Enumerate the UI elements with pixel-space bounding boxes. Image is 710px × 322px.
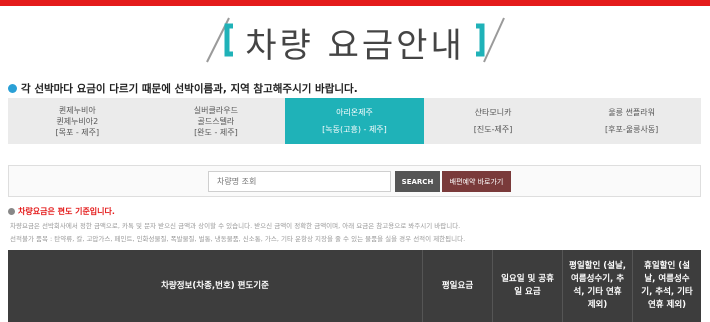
tab-line1: 아리온제주 xyxy=(336,108,373,117)
tab-line1: 퀸제누비아 xyxy=(58,105,96,115)
top-accent-bar xyxy=(0,0,710,6)
tab-line1: 실버클라우드 xyxy=(193,105,238,115)
fare-info-title-text: 차량요금은 편도 기준입니다. xyxy=(18,207,115,216)
tab-arion-jeju[interactable]: 아리온제주 [녹동(고흥) - 제주] xyxy=(285,98,424,144)
tab-line3: [녹동(고흥) - 제주] xyxy=(322,125,387,134)
column-holiday-fare: 일요일 및 공휴일 요금 xyxy=(492,250,562,322)
info-bullet-icon xyxy=(8,84,17,93)
tab-line2: 퀸제누비아2 xyxy=(56,116,99,126)
tab-santa-monica[interactable]: 산타모니카 [진도-제주] xyxy=(424,98,563,144)
vehicle-search-input[interactable] xyxy=(208,171,391,192)
fare-info-line1: 차량요금은 선박회사에서 정한 금액으로, 카톡 및 문자 받으신 금액과 상이… xyxy=(10,222,461,230)
tab-line1: 산타모니카 xyxy=(474,108,512,117)
tab-ulleung-sunflower[interactable]: 울릉 썬플라워 [후포-울릉사동] xyxy=(562,98,701,144)
tab-queen-genuvia[interactable]: 퀸제누비아 퀸제누비아2 [목포 - 제주] xyxy=(8,98,147,144)
tab-line3: [후포-울릉사동] xyxy=(605,125,659,134)
column-weekday-fare: 평일요금 xyxy=(422,250,492,322)
fare-info-title: 차량요금은 편도 기준입니다. xyxy=(8,206,115,217)
tab-silver-cloud[interactable]: 실버클라우드 골드스텔라 [완도 - 제주] xyxy=(147,98,286,144)
column-vehicle-info: 차량정보(차종,번호) 편도기준 xyxy=(161,280,269,291)
ship-tabs: 퀸제누비아 퀸제누비아2 [목포 - 제주] 실버클라우드 골드스텔라 [완도 … xyxy=(8,98,701,144)
fare-table-header: 차량정보(차종,번호) 편도기준 평일요금 일요일 및 공휴일 요금 평일할인 … xyxy=(8,250,701,322)
tab-line1: 울릉 썬플라워 xyxy=(608,108,656,117)
info-icon xyxy=(8,208,15,215)
column-holiday-discount: 휴일할인 (설날, 여름성수기, 추석, 기타 연휴 제외) xyxy=(632,250,701,322)
tab-line3: [완도 - 제주] xyxy=(194,127,238,137)
page-title-area: 차량 요금안내 xyxy=(0,8,710,70)
tab-line2: 골드스텔라 xyxy=(197,116,235,126)
tab-line3: [진도-제주] xyxy=(473,125,513,134)
search-button[interactable]: SEARCH xyxy=(395,171,440,192)
ship-reservation-button[interactable]: 배편예약 바로가기 xyxy=(442,171,511,192)
fare-info-line2: 선적불가 품목 : 탄약류, 칼, 고압가스, 페인트, 인화성물질, 폭발물질… xyxy=(10,235,466,243)
notice-text: 각 선박마다 요금이 다르기 때문에 선박이름과, 지역 참고해주시기 바랍니다… xyxy=(8,81,358,96)
notice-label: 각 선박마다 요금이 다르기 때문에 선박이름과, 지역 참고해주시기 바랍니다… xyxy=(21,83,358,95)
search-bar: SEARCH 배편예약 바로가기 xyxy=(8,165,701,197)
tab-line3: [목포 - 제주] xyxy=(55,127,100,137)
page-title: 차량 요금안내 xyxy=(245,26,465,66)
bracket-right-icon xyxy=(476,17,505,63)
column-weekday-discount: 평일할인 (설날, 여름성수기, 추석, 기타 연휴 제외) xyxy=(562,250,632,322)
